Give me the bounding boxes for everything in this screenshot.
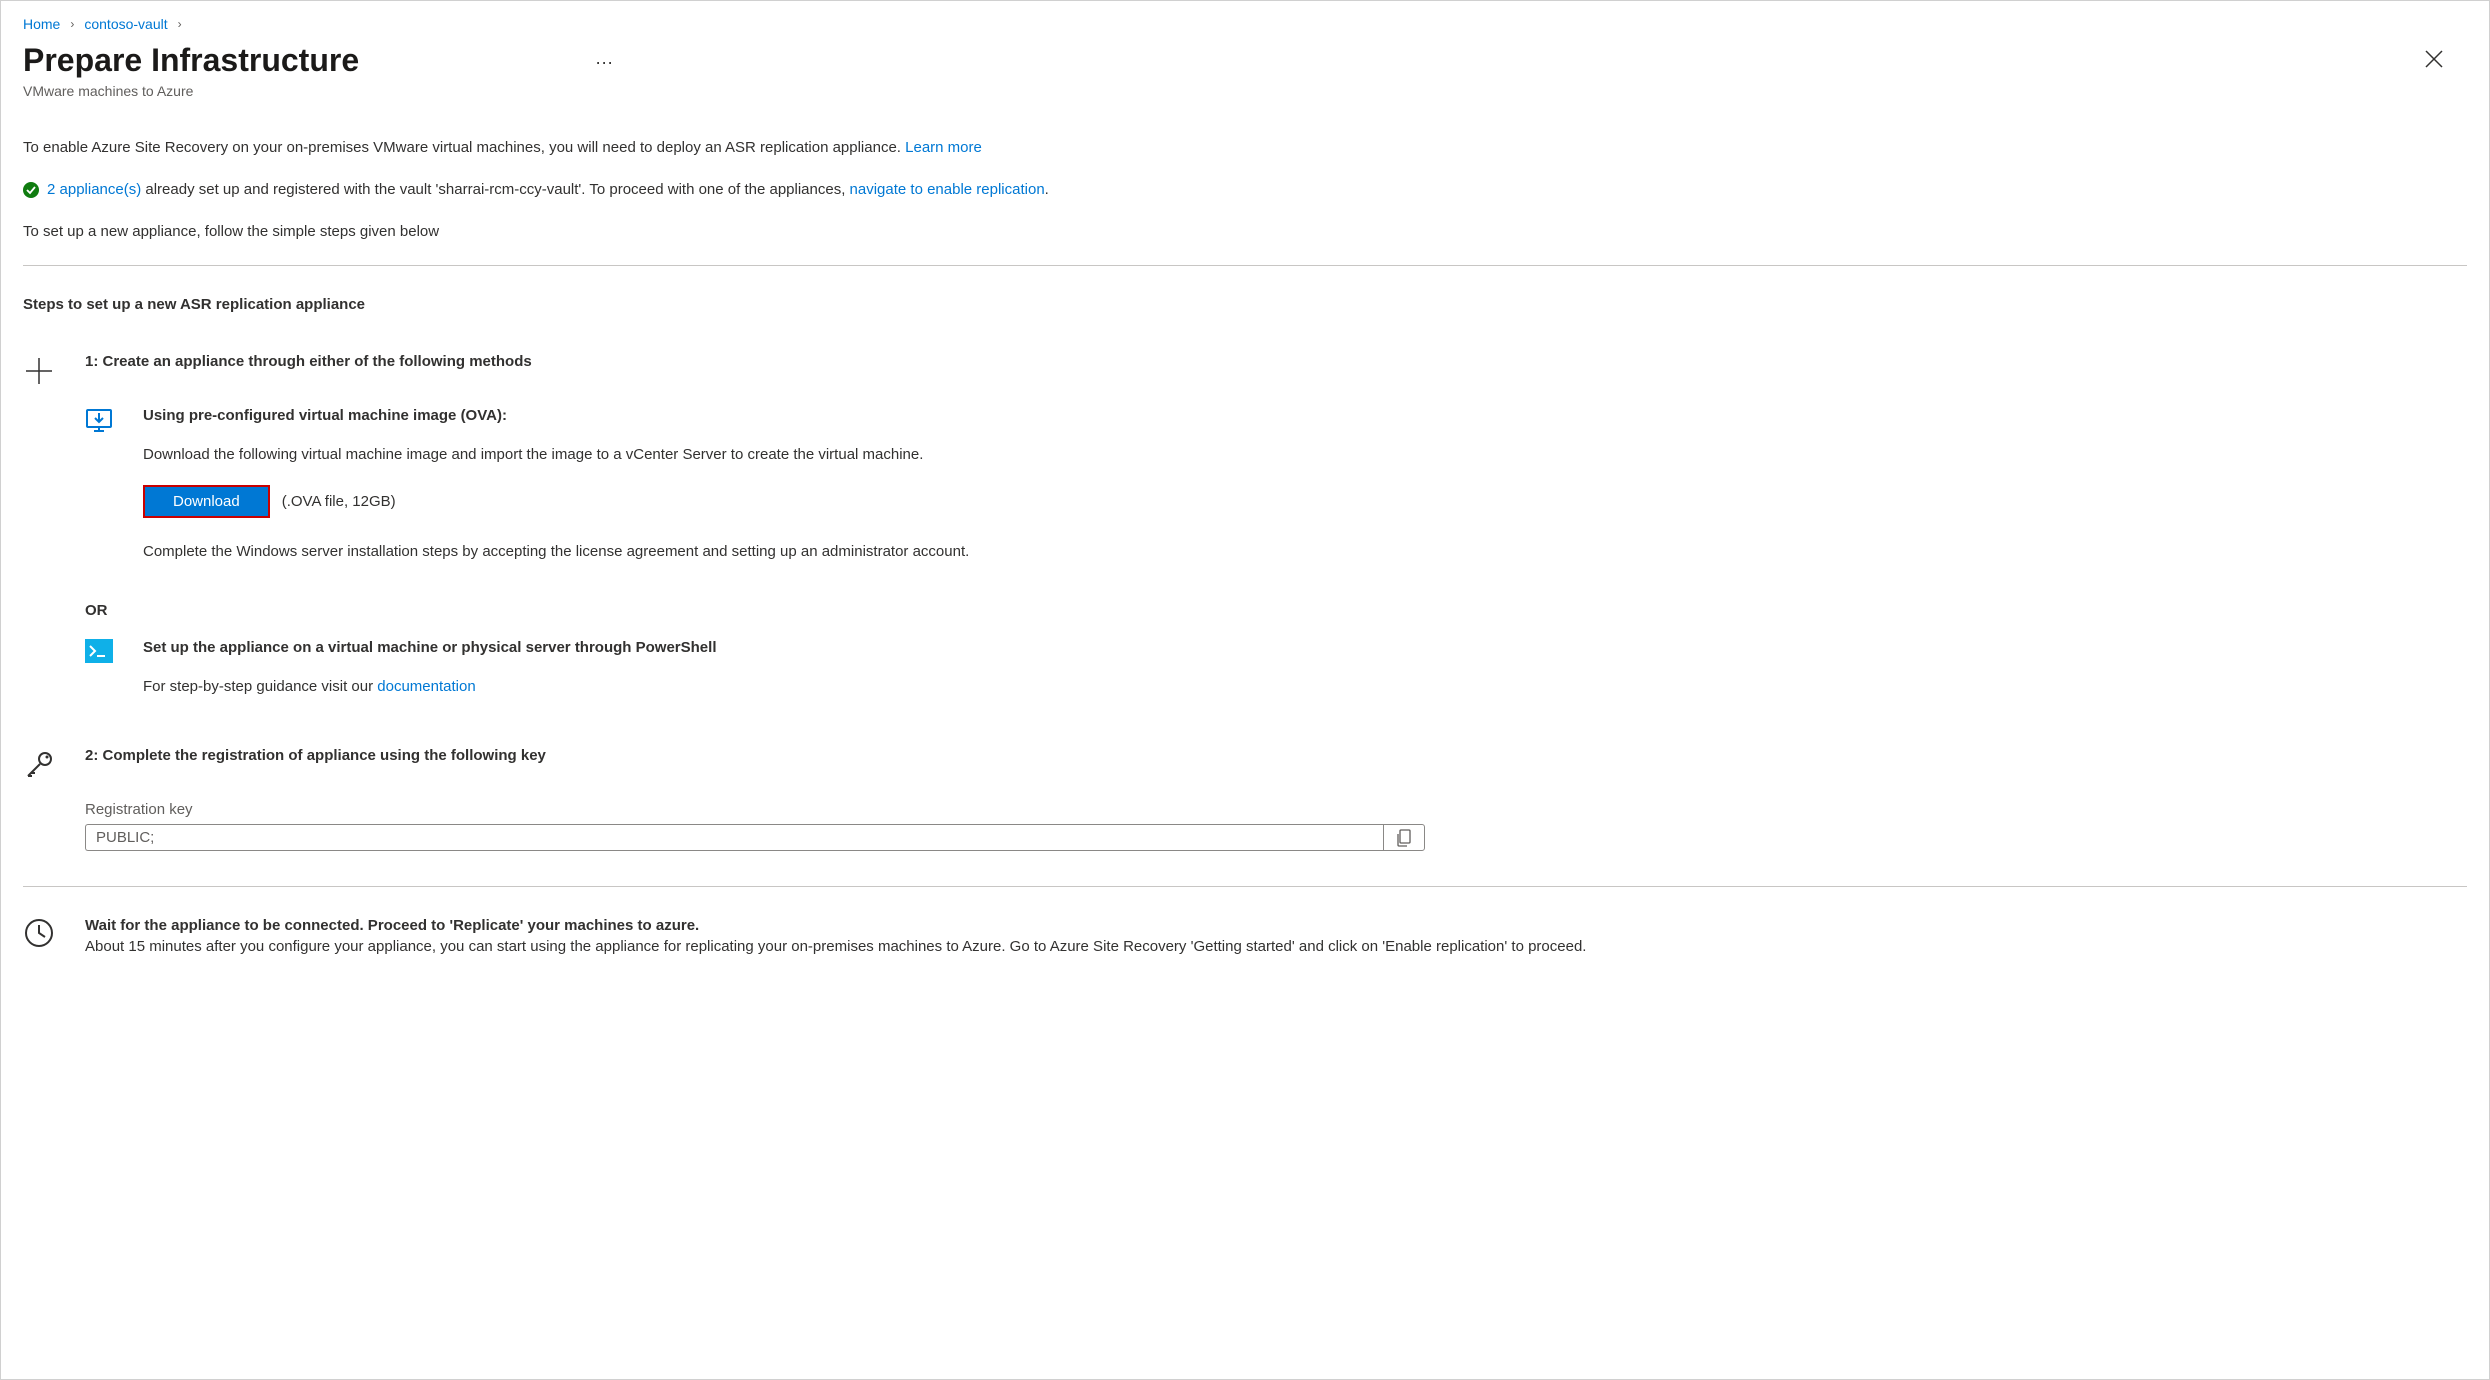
method-powershell: Set up the appliance on a virtual machin… <box>85 639 2467 717</box>
step-2-title: 2: Complete the registration of applianc… <box>85 747 546 764</box>
page-title: Prepare Infrastructure <box>23 42 359 79</box>
download-vm-icon <box>85 407 113 435</box>
step-1-title: 1: Create an appliance through either of… <box>85 353 532 370</box>
section-heading: Steps to set up a new ASR replication ap… <box>23 296 2467 313</box>
or-label: OR <box>85 602 2467 619</box>
navigate-enable-replication-link[interactable]: navigate to enable replication <box>850 181 1045 198</box>
clock-icon <box>23 917 55 949</box>
breadcrumb-home[interactable]: Home <box>23 16 60 32</box>
copy-icon <box>1396 829 1412 847</box>
registration-key-label: Registration key <box>85 801 2467 818</box>
method-ova-body: Download the following virtual machine i… <box>143 446 969 463</box>
footer-row: Wait for the appliance to be connected. … <box>23 917 2467 955</box>
status-line: 2 appliance(s) already set up and regist… <box>23 181 2467 198</box>
divider <box>23 886 2467 887</box>
more-actions-button[interactable]: ··· <box>589 52 619 73</box>
intro-text: To enable Azure Site Recovery on your on… <box>23 139 2467 156</box>
close-icon <box>2425 50 2443 68</box>
success-check-icon <box>23 182 39 198</box>
registration-key-input[interactable] <box>85 824 1383 851</box>
step-2: 2: Complete the registration of applianc… <box>23 747 2467 786</box>
setup-hint: To set up a new appliance, follow the si… <box>23 223 2467 240</box>
breadcrumb-vault[interactable]: contoso-vault <box>84 16 167 32</box>
documentation-link[interactable]: documentation <box>377 678 475 695</box>
copy-key-button[interactable] <box>1383 824 1425 851</box>
download-button[interactable]: Download <box>143 485 270 518</box>
footer-body: About 15 minutes after you configure you… <box>85 938 1586 955</box>
method-ova: Using pre-configured virtual machine ima… <box>85 407 2467 582</box>
method-ps-body: For step-by-step guidance visit our docu… <box>143 678 717 695</box>
chevron-right-icon: › <box>70 17 74 31</box>
status-text: already set up and registered with the v… <box>141 181 849 198</box>
close-button[interactable] <box>2417 42 2451 82</box>
footer-title: Wait for the appliance to be connected. … <box>85 917 1586 934</box>
breadcrumb: Home › contoso-vault › <box>23 16 2467 32</box>
key-icon <box>23 749 55 781</box>
method-ps-title: Set up the appliance on a virtual machin… <box>143 639 717 656</box>
step-1: 1: Create an appliance through either of… <box>23 353 2467 392</box>
method-ova-title: Using pre-configured virtual machine ima… <box>143 407 969 424</box>
learn-more-link[interactable]: Learn more <box>905 139 982 156</box>
chevron-right-icon: › <box>178 17 182 31</box>
registration-key-row <box>85 824 1425 851</box>
method-ova-complete: Complete the Windows server installation… <box>143 543 969 560</box>
page-subtitle: VMware machines to Azure <box>23 83 2467 99</box>
intro-body: To enable Azure Site Recovery on your on… <box>23 139 905 156</box>
powershell-icon <box>85 639 113 667</box>
divider <box>23 265 2467 266</box>
plus-icon <box>23 355 55 387</box>
appliances-count-link[interactable]: 2 appliance(s) <box>47 181 141 198</box>
download-hint: (.OVA file, 12GB) <box>282 493 396 510</box>
